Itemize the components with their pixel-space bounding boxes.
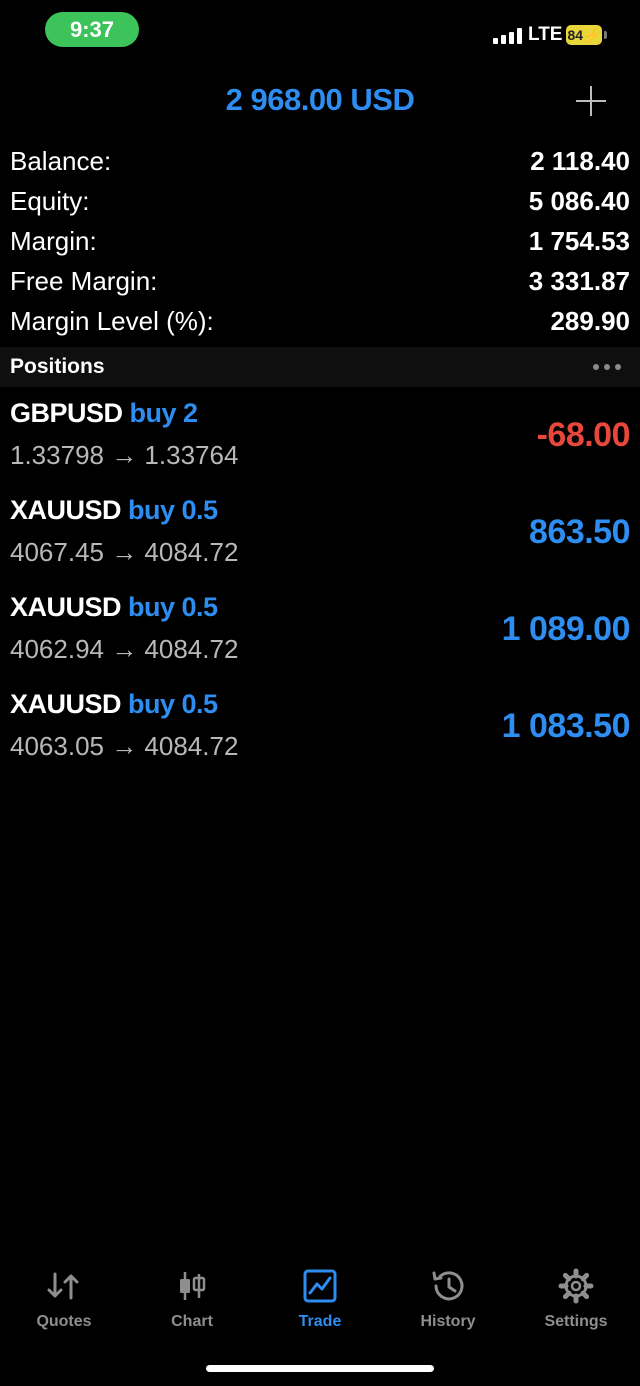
- summary-label: Margin:: [10, 226, 97, 256]
- position-prices: 4067.45 → 4084.72: [10, 537, 239, 567]
- summary-label: Free Margin:: [10, 266, 158, 296]
- position-side: buy 2: [129, 398, 199, 428]
- summary-row-free-margin: Free Margin: 3 331.87: [0, 262, 640, 302]
- summary-label: Equity:: [10, 186, 90, 216]
- cellular-signal-icon: [493, 28, 523, 44]
- position-row[interactable]: XAUUSD buy 0.5 4062.94 → 4084.72 1 089.0…: [0, 586, 640, 683]
- summary-value: 1 754.53: [528, 226, 630, 256]
- position-profit: 1 083.50: [501, 707, 631, 745]
- position-profit: -68.00: [536, 416, 631, 454]
- tab-bar: Quotes Chart Trade History Settings: [0, 1262, 640, 1342]
- position-prices: 4063.05 → 4084.72: [10, 731, 239, 761]
- account-summary: Balance: 2 118.40 Equity: 5 086.40 Margi…: [0, 142, 640, 342]
- position-title: XAUUSD buy 0.5: [10, 689, 218, 720]
- position-title: XAUUSD buy 0.5: [10, 495, 218, 526]
- chart-icon: [180, 1272, 206, 1300]
- battery-tip: [604, 31, 607, 39]
- position-side: buy 0.5: [128, 495, 218, 525]
- summary-label: Margin Level (%):: [10, 306, 214, 336]
- header: 2 968.00 USD: [0, 78, 640, 128]
- tab-label: History: [420, 1313, 476, 1330]
- summary-row-equity: Equity: 5 086.40: [0, 182, 640, 222]
- trade-icon: [303, 1269, 337, 1303]
- position-profit: 1 089.00: [501, 610, 631, 648]
- position-side: buy 0.5: [128, 689, 218, 719]
- add-position-button[interactable]: [574, 84, 608, 118]
- position-row[interactable]: XAUUSD buy 0.5 4067.45 → 4084.72 863.50: [0, 489, 640, 586]
- network-type: LTE: [528, 24, 563, 45]
- tab-label: Settings: [544, 1313, 608, 1330]
- summary-value: 2 118.40: [530, 146, 630, 176]
- history-icon: [432, 1271, 464, 1301]
- battery-level: 84: [567, 27, 584, 43]
- summary-row-margin-level: Margin Level (%): 289.90: [0, 302, 640, 342]
- position-row[interactable]: XAUUSD buy 0.5 4063.05 → 4084.72 1 083.5…: [0, 683, 640, 780]
- quotes-icon: [47, 1272, 79, 1300]
- position-profit: 863.50: [529, 513, 631, 551]
- position-side: buy 0.5: [128, 592, 218, 622]
- position-prices: 4062.94 → 4084.72: [10, 634, 239, 664]
- tab-chart[interactable]: Chart: [128, 1262, 256, 1340]
- position-symbol: XAUUSD: [10, 592, 122, 622]
- summary-value: 3 331.87: [528, 266, 630, 296]
- tab-quotes[interactable]: Quotes: [0, 1262, 128, 1340]
- status-time: 9:37: [45, 12, 139, 47]
- home-indicator: [206, 1365, 434, 1372]
- summary-value: 5 086.40: [528, 186, 630, 216]
- tab-history[interactable]: History: [384, 1262, 512, 1340]
- positions-list: GBPUSD buy 2 1.33798 → 1.33764 -68.00 XA…: [0, 392, 640, 780]
- more-options-icon[interactable]: [593, 364, 621, 370]
- tab-label: Trade: [298, 1313, 342, 1330]
- position-title: GBPUSD buy 2: [10, 398, 198, 429]
- positions-section-header: Positions: [0, 347, 640, 387]
- position-symbol: GBPUSD: [10, 398, 123, 428]
- battery-icon: 84 ⚡: [566, 25, 602, 45]
- summary-row-margin: Margin: 1 754.53: [0, 222, 640, 262]
- summary-row-balance: Balance: 2 118.40: [0, 142, 640, 182]
- position-symbol: XAUUSD: [10, 689, 122, 719]
- tab-label: Quotes: [36, 1313, 92, 1330]
- status-bar: 9:37 LTE 84 ⚡: [0, 0, 640, 60]
- summary-value: 289.90: [550, 306, 630, 336]
- tab-settings[interactable]: Settings: [512, 1262, 640, 1340]
- position-row[interactable]: GBPUSD buy 2 1.33798 → 1.33764 -68.00: [0, 392, 640, 489]
- positions-title: Positions: [10, 355, 105, 378]
- position-title: XAUUSD buy 0.5: [10, 592, 218, 623]
- position-prices: 1.33798 → 1.33764: [10, 440, 239, 470]
- summary-label: Balance:: [10, 146, 112, 176]
- tab-trade[interactable]: Trade: [256, 1262, 384, 1340]
- position-symbol: XAUUSD: [10, 495, 122, 525]
- account-total: 2 968.00 USD: [225, 82, 415, 117]
- tab-label: Chart: [171, 1313, 213, 1330]
- settings-icon: [558, 1268, 594, 1304]
